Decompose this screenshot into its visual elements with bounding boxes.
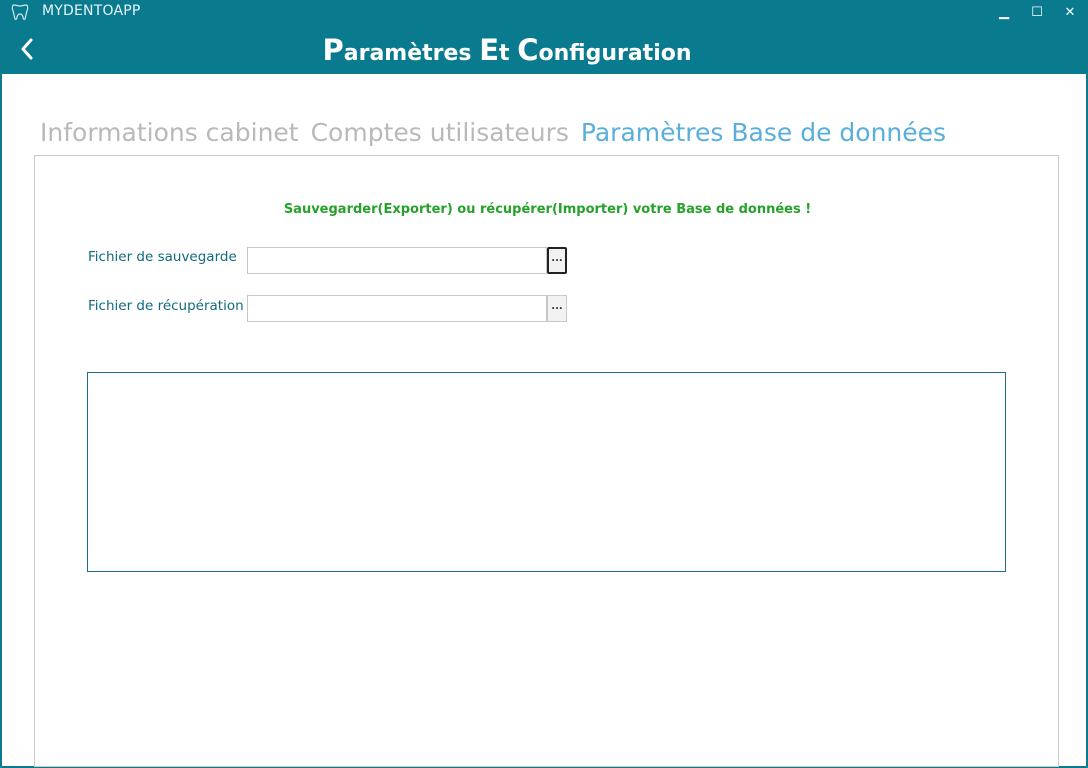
minimize-icon[interactable]: ▁ [988, 0, 1020, 24]
restore-file-label: Fichier de récupération [88, 298, 244, 314]
panel-heading: Sauvegarder(Exporter) ou récupérer(Impor… [283, 202, 812, 217]
title-bar[interactable]: MYDENTOAPP ▁ ☐ ✕ [2, 0, 1088, 24]
output-log-area[interactable] [87, 372, 1006, 572]
title-cap-3: C [517, 33, 539, 67]
app-window: MYDENTOAPP ▁ ☐ ✕ Paramètres Et Configura… [0, 0, 1088, 768]
tab-comptes-utilisateurs[interactable]: Comptes utilisateurs [311, 118, 569, 158]
tab-parametres-base-de-donnees[interactable]: Paramètres Base de données [581, 118, 946, 158]
settings-tabs: Informations cabinet Comptes utilisateur… [40, 118, 958, 158]
page-header: Paramètres Et Configuration [2, 24, 1088, 74]
database-settings-panel: Sauvegarder(Exporter) ou récupérer(Impor… [34, 155, 1059, 767]
app-name: MYDENTOAPP [42, 3, 141, 19]
title-rest-2: t [499, 41, 518, 66]
tooth-logo-icon [11, 4, 29, 20]
page-title: Paramètres Et Configuration [2, 33, 1012, 67]
backup-file-input[interactable] [247, 247, 547, 274]
title-cap-2: E [479, 33, 499, 67]
title-rest-1: aramètres [343, 41, 480, 66]
tab-informations-cabinet[interactable]: Informations cabinet [40, 118, 299, 158]
restore-browse-button[interactable]: ... [547, 295, 567, 322]
title-cap-1: P [322, 33, 344, 67]
backup-file-label: Fichier de sauvegarde [88, 249, 237, 265]
backup-browse-button[interactable]: ... [547, 247, 567, 274]
maximize-icon[interactable]: ☐ [1021, 0, 1053, 24]
restore-file-input[interactable] [247, 295, 547, 322]
close-icon[interactable]: ✕ [1054, 0, 1086, 24]
title-rest-3: onfiguration [538, 41, 692, 66]
